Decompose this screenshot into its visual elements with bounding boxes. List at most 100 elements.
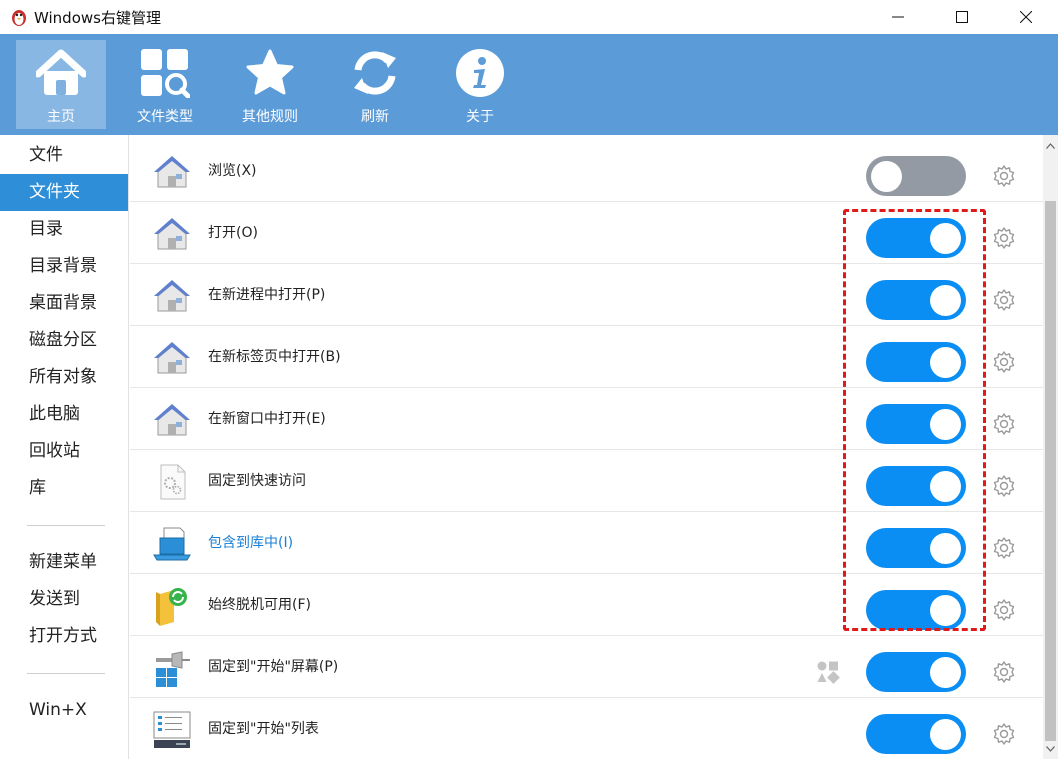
sidebar-divider <box>27 673 105 674</box>
menu-item-toggle[interactable] <box>866 342 966 382</box>
gear-icon[interactable] <box>992 164 1016 188</box>
sidebar-item-this-pc[interactable]: 此电脑 <box>0 396 128 433</box>
app-icon <box>12 10 26 26</box>
close-button[interactable] <box>994 0 1058 34</box>
menu-item-label: 固定到快速访问 <box>208 473 306 489</box>
toolbar-label: 关于 <box>466 109 494 125</box>
sidebar-item-desktop-background[interactable]: 桌面背景 <box>0 285 128 322</box>
shapes-icon <box>817 661 840 684</box>
menu-item-row: 固定到"开始"屏幕(P) <box>130 636 1043 698</box>
menu-item-label: 包含到库中(I) <box>208 535 294 551</box>
menu-item-label: 打开(O) <box>208 225 258 241</box>
sidebar-item-send-to[interactable]: 发送到 <box>0 581 128 618</box>
toolbar-home-button[interactable]: 主页 <box>16 40 106 129</box>
sidebar-item-disk-partition[interactable]: 磁盘分区 <box>0 322 128 359</box>
toggle-knob <box>930 595 961 626</box>
toggle-knob <box>930 719 961 750</box>
file-types-search-icon <box>141 49 190 98</box>
menu-item-label: 固定到"开始"列表 <box>208 721 319 737</box>
chevron-up-icon <box>1046 142 1055 149</box>
sidebar-item-all-objects[interactable]: 所有对象 <box>0 359 128 396</box>
gear-icon[interactable] <box>992 412 1016 436</box>
gear-icon[interactable] <box>992 598 1016 622</box>
menu-item-toggle[interactable] <box>866 652 966 692</box>
house-icon <box>154 404 190 436</box>
home-icon <box>36 49 86 95</box>
menu-item-row: 在新进程中打开(P) <box>130 264 1043 326</box>
window-title: Windows右键管理 <box>34 8 161 27</box>
toolbar-label: 主页 <box>47 109 75 125</box>
house-icon <box>154 280 190 312</box>
menu-item-row: 浏览(X) <box>130 140 1043 202</box>
menu-item-row: 打开(O) <box>130 202 1043 264</box>
gear-icon[interactable] <box>992 660 1016 684</box>
star-icon <box>246 49 294 95</box>
house-icon <box>154 342 190 374</box>
toggle-knob <box>930 409 961 440</box>
sidebar-item-new-menu[interactable]: 新建菜单 <box>0 544 128 581</box>
gear-icon[interactable] <box>992 722 1016 746</box>
house-icon <box>154 156 190 188</box>
sidebar-divider <box>27 525 105 526</box>
scroll-down-button[interactable] <box>1043 740 1058 757</box>
pin-start-icon <box>156 651 190 687</box>
toolbar-refresh-button[interactable]: 刷新 <box>330 40 420 129</box>
menu-item-toggle[interactable] <box>866 528 966 568</box>
menu-item-toggle[interactable] <box>866 218 966 258</box>
settings-file-icon <box>160 464 186 500</box>
sidebar-item-folder[interactable]: 文件夹 <box>0 174 128 211</box>
toolbar-label: 其他规则 <box>242 109 298 125</box>
menu-item-toggle[interactable] <box>866 466 966 506</box>
menu-item-toggle[interactable] <box>866 404 966 444</box>
sidebar-item-directory[interactable]: 目录 <box>0 211 128 248</box>
gear-icon[interactable] <box>992 288 1016 312</box>
sidebar-item-recycle-bin[interactable]: 回收站 <box>0 433 128 470</box>
minimize-button[interactable] <box>866 0 930 34</box>
menu-item-toggle[interactable] <box>866 590 966 630</box>
sidebar-item-library[interactable]: 库 <box>0 470 128 507</box>
sidebar-item-directory-background[interactable]: 目录背景 <box>0 248 128 285</box>
toggle-knob <box>930 347 961 378</box>
sidebar-item-file[interactable]: 文件 <box>0 137 128 174</box>
library-icon <box>153 527 191 561</box>
menu-item-label: 在新进程中打开(P) <box>208 287 326 303</box>
title-bar: Windows右键管理 <box>0 0 1058 34</box>
sidebar-item-win-x[interactable]: Win+X <box>0 692 128 729</box>
menu-item-row: 包含到库中(I) <box>130 512 1043 574</box>
toolbar-about-button[interactable]: 关于 <box>435 40 525 129</box>
menu-item-label: 固定到"开始"屏幕(P) <box>208 659 339 675</box>
gear-icon[interactable] <box>992 350 1016 374</box>
close-icon <box>1020 11 1032 23</box>
menu-item-row: 始终脱机可用(F) <box>130 574 1043 636</box>
menu-item-label: 浏览(X) <box>208 163 257 179</box>
toolbar-label: 文件类型 <box>137 109 193 125</box>
start-list-icon <box>153 711 191 748</box>
refresh-icon <box>354 51 396 95</box>
house-icon <box>154 218 190 250</box>
context-menu-item-list: 浏览(X) 打开(O) 在新进程中打开(P) 在新标签页中打开(B) 在新窗口中… <box>130 135 1043 759</box>
main-toolbar: 主页 文件类型 其他规则 刷新 关于 <box>0 34 1058 135</box>
gear-icon[interactable] <box>992 536 1016 560</box>
menu-item-row: 固定到"开始"列表 <box>130 698 1043 759</box>
gear-icon[interactable] <box>992 226 1016 250</box>
menu-item-toggle[interactable] <box>866 156 966 196</box>
menu-item-label: 在新标签页中打开(B) <box>208 349 341 365</box>
toggle-knob <box>930 285 961 316</box>
vertical-scrollbar[interactable] <box>1043 135 1058 759</box>
toolbar-other-rules-button[interactable]: 其他规则 <box>225 40 315 129</box>
sidebar: 文件 文件夹 目录 目录背景 桌面背景 磁盘分区 所有对象 此电脑 回收站 库 … <box>0 135 129 759</box>
scroll-up-button[interactable] <box>1043 137 1058 154</box>
toggle-knob <box>930 223 961 254</box>
menu-item-label: 始终脱机可用(F) <box>208 597 311 613</box>
scroll-thumb[interactable] <box>1045 201 1056 741</box>
sidebar-item-open-with[interactable]: 打开方式 <box>0 618 128 655</box>
gear-icon[interactable] <box>992 474 1016 498</box>
info-icon <box>456 49 504 97</box>
maximize-button[interactable] <box>930 0 994 34</box>
menu-item-toggle[interactable] <box>866 714 966 754</box>
sync-folder-icon <box>156 588 187 626</box>
toolbar-file-types-button[interactable]: 文件类型 <box>120 40 210 129</box>
maximize-icon <box>956 11 968 23</box>
menu-item-toggle[interactable] <box>866 280 966 320</box>
toolbar-label: 刷新 <box>361 109 389 125</box>
